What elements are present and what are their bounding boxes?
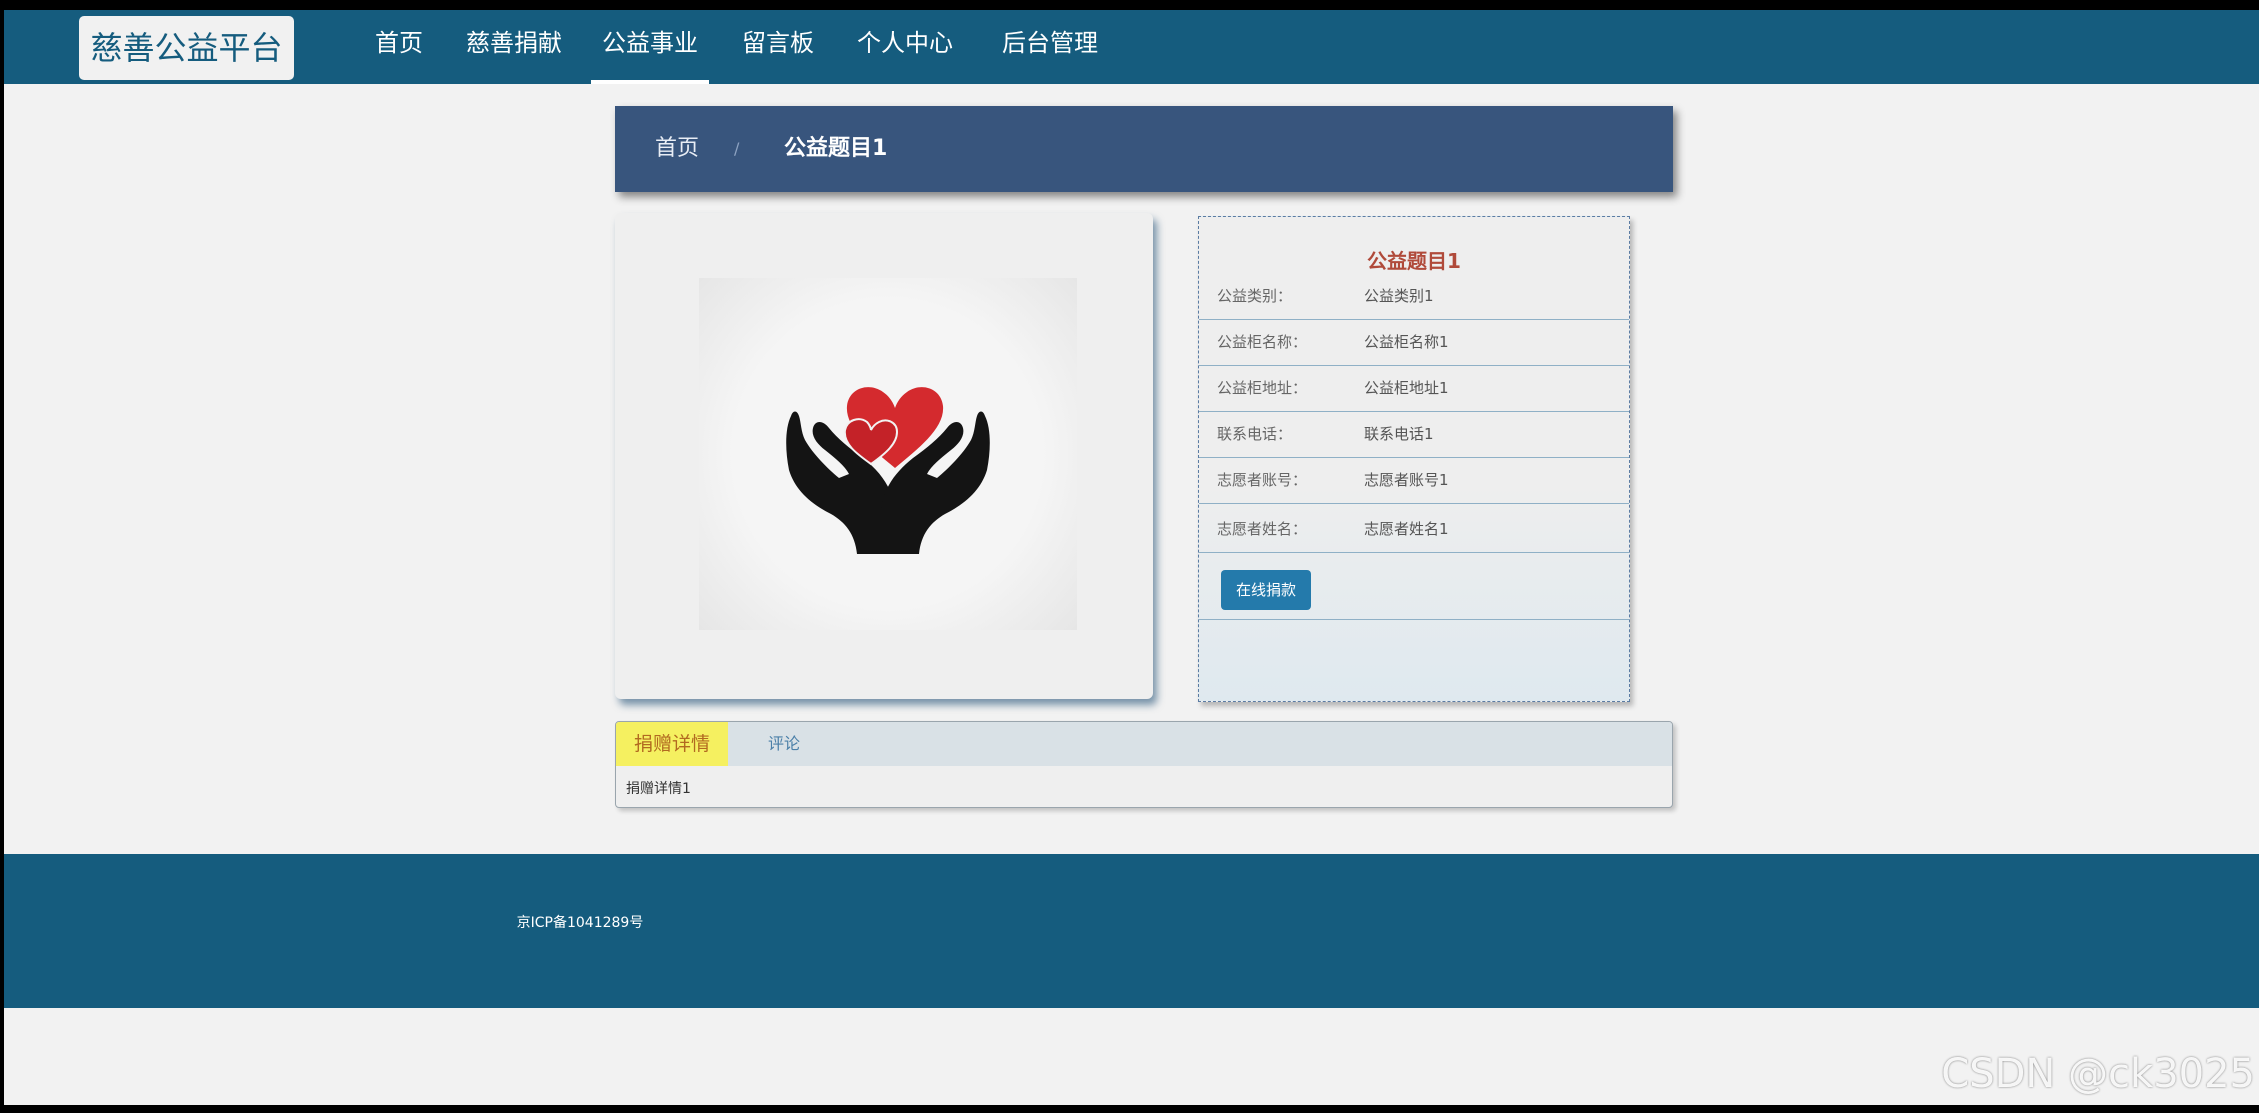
field-label: 公益类别： <box>1217 287 1293 305</box>
breadcrumb-separator: / <box>734 139 740 158</box>
field-label: 公益柜名称： <box>1217 333 1308 351</box>
field-row-volunteer-name: 志愿者姓名： 志愿者姓名1 <box>1199 506 1629 553</box>
csdn-watermark: CSDN @ck3025 <box>1941 1051 2255 1097</box>
detail-image-card <box>615 213 1153 699</box>
app-window: 慈善公益平台 首页 慈善捐献 公益事业 留言板 个人中心 后台管理 首页 / 公… <box>4 10 2259 1105</box>
detail-tabs: 捐赠详情 评论 捐赠详情1 <box>615 721 1673 808</box>
tab-donation-details[interactable]: 捐赠详情 <box>616 722 728 766</box>
field-row-volunteer-account: 志愿者账号： 志愿者账号1 <box>1199 458 1629 504</box>
charity-hands-heart-icon <box>786 387 990 554</box>
nav-item-admin[interactable]: 后台管理 <box>998 10 1102 84</box>
breadcrumb-home-link[interactable]: 首页 <box>655 106 699 192</box>
nav-item-message-board[interactable]: 留言板 <box>737 10 819 84</box>
detail-info-panel: 公益题目1 公益类别： 公益类别1 公益柜名称： 公益柜名称1 公益柜地址： 公… <box>1198 216 1630 702</box>
donate-button-row: 在线捐款 <box>1199 564 1629 620</box>
field-row-cabinet-address: 公益柜地址： 公益柜地址1 <box>1199 366 1629 412</box>
field-row-cabinet-name: 公益柜名称： 公益柜名称1 <box>1199 320 1629 366</box>
site-logo[interactable]: 慈善公益平台 <box>79 16 294 80</box>
field-value: 联系电话1 <box>1364 425 1434 443</box>
field-value: 公益柜地址1 <box>1364 379 1449 397</box>
field-value: 志愿者账号1 <box>1364 471 1449 489</box>
detail-title: 公益题目1 <box>1367 249 1461 273</box>
field-row-category: 公益类别： 公益类别1 <box>1199 274 1629 320</box>
field-value: 公益柜名称1 <box>1364 333 1449 351</box>
field-value: 公益类别1 <box>1364 287 1434 305</box>
field-label: 志愿者账号： <box>1217 471 1308 489</box>
field-row-phone: 联系电话： 联系电话1 <box>1199 412 1629 458</box>
field-label: 公益柜地址： <box>1217 379 1308 397</box>
field-value: 志愿者姓名1 <box>1364 520 1449 538</box>
footer: 京ICP备1041289号 <box>4 854 2259 1008</box>
nav-item-home[interactable]: 首页 <box>369 10 429 84</box>
tab-comments[interactable]: 评论 <box>768 722 800 766</box>
icp-license-text: 京ICP备1041289号 <box>516 915 644 931</box>
field-label: 志愿者姓名： <box>1217 520 1308 538</box>
top-navbar: 慈善公益平台 首页 慈善捐献 公益事业 留言板 个人中心 后台管理 <box>4 10 2259 84</box>
breadcrumb-current: 公益题目1 <box>784 136 888 161</box>
nav-item-personal-center[interactable]: 个人中心 <box>853 10 957 84</box>
tab-content: 捐赠详情1 <box>626 781 691 797</box>
field-label: 联系电话： <box>1217 425 1293 443</box>
nav-item-public-welfare[interactable]: 公益事业 <box>591 10 709 84</box>
donate-online-button[interactable]: 在线捐款 <box>1221 570 1311 610</box>
breadcrumb: 首页 / 公益题目1 <box>615 106 1673 192</box>
detail-image <box>699 278 1077 630</box>
tab-header: 捐赠详情 评论 <box>616 722 1672 766</box>
nav-item-charity-donation[interactable]: 慈善捐献 <box>462 10 566 84</box>
